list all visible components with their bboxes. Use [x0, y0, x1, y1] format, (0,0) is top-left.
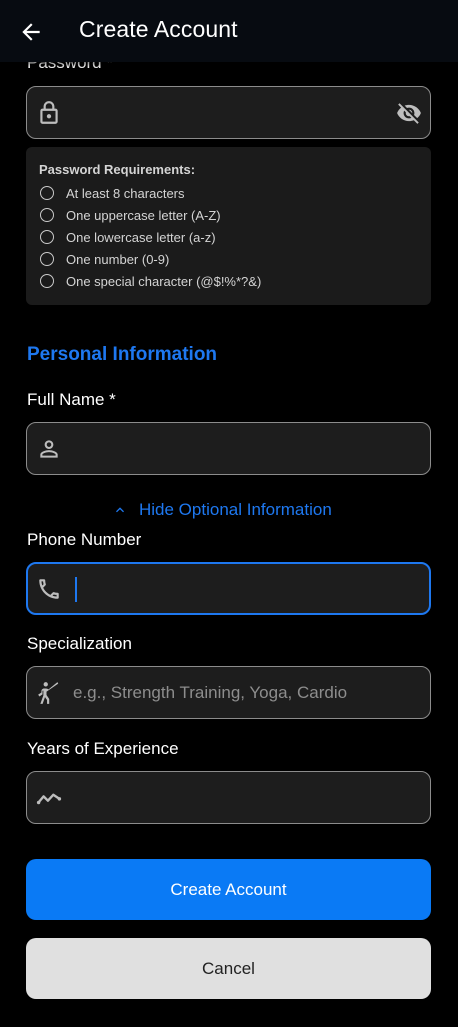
radio-unchecked-icon — [40, 252, 54, 266]
experience-field[interactable] — [26, 771, 431, 824]
requirement-text: One special character (@$!%*?&) — [66, 273, 262, 289]
radio-unchecked-icon — [40, 208, 54, 222]
requirement-item: One lowercase letter (a-z) — [40, 228, 216, 246]
cancel-button[interactable]: Cancel — [26, 938, 431, 999]
full-name-input[interactable] — [73, 423, 403, 474]
hide-optional-toggle[interactable]: Hide Optional Information — [112, 499, 332, 521]
requirement-text: One uppercase letter (A-Z) — [66, 207, 221, 223]
phone-field[interactable] — [26, 562, 431, 615]
section-personal-information: Personal Information — [27, 344, 218, 365]
trending-icon — [36, 793, 62, 805]
page-title: Create Account — [79, 16, 238, 42]
requirement-text: At least 8 characters — [66, 185, 185, 201]
app-bar: Create Account — [0, 0, 458, 62]
phone-input[interactable] — [74, 564, 404, 613]
requirement-item: One uppercase letter (A-Z) — [40, 206, 221, 224]
full-name-field[interactable] — [26, 422, 431, 475]
password-input[interactable] — [73, 87, 403, 138]
requirement-text: One lowercase letter (a-z) — [66, 229, 216, 245]
password-field[interactable] — [26, 86, 431, 139]
lock-icon — [40, 101, 58, 124]
requirement-item: At least 8 characters — [40, 184, 185, 202]
specialization-field[interactable] — [26, 666, 431, 719]
specialization-label: Specialization — [27, 634, 132, 653]
martial-arts-icon — [38, 682, 59, 704]
requirement-item: One number (0-9) — [40, 250, 169, 268]
specialization-input[interactable] — [73, 667, 403, 718]
requirement-item: One special character (@$!%*?&) — [40, 272, 261, 290]
requirements-title: Password Requirements: — [39, 162, 196, 177]
radio-unchecked-icon — [40, 186, 54, 200]
password-requirements: Password Requirements: At least 8 charac… — [26, 147, 431, 305]
full-name-label: Full Name * — [27, 390, 116, 409]
phone-label: Phone Number — [27, 530, 142, 549]
radio-unchecked-icon — [40, 274, 54, 288]
back-arrow-icon[interactable] — [18, 19, 44, 45]
chevron-up-icon — [116, 507, 124, 513]
experience-input[interactable] — [73, 772, 403, 823]
experience-label: Years of Experience — [27, 739, 179, 758]
person-icon — [40, 440, 58, 458]
create-account-button[interactable]: Create Account — [26, 859, 431, 920]
create-account-page: Password * Create Account Password Requi… — [0, 0, 458, 1027]
requirement-text: One number (0-9) — [66, 251, 170, 267]
radio-unchecked-icon — [40, 230, 54, 244]
visibility-off-icon[interactable] — [396, 100, 422, 126]
hide-optional-label: Hide Optional Information — [139, 500, 332, 519]
phone-icon — [39, 579, 59, 599]
text-caret — [75, 577, 77, 602]
